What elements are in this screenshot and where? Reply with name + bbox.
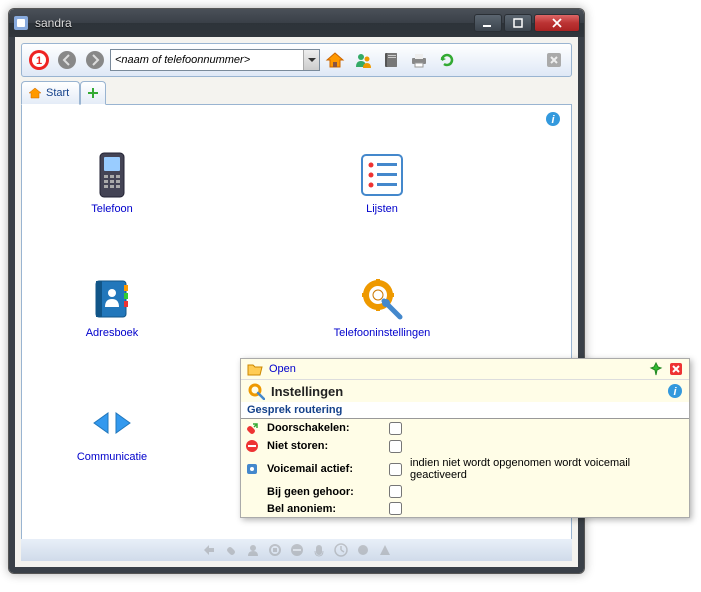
communication-icon [52, 399, 172, 447]
forward-button[interactable] [82, 47, 108, 73]
plus-icon [87, 87, 99, 99]
status-icon [246, 543, 260, 557]
voicemail-hint: indien niet wordt opgenomen wordt voicem… [406, 455, 689, 483]
maximize-button[interactable] [504, 14, 532, 32]
minimize-button[interactable] [474, 14, 502, 32]
launcher-communicatie[interactable]: Communicatie [52, 399, 172, 463]
settings-popup: Open Instellingen i Gesprek routering Do… [240, 358, 690, 518]
list-icon [322, 151, 442, 199]
popup-section-header: Gesprek routering [241, 402, 689, 419]
search-input[interactable]: <naam of telefoonnummer> [110, 49, 320, 71]
book-icon[interactable] [378, 47, 404, 73]
info-icon[interactable]: i [667, 383, 683, 399]
gear-wrench-icon [322, 275, 442, 323]
checkbox-doorschakelen[interactable] [389, 422, 402, 435]
svg-text:1: 1 [36, 55, 42, 67]
search-placeholder: <naam of telefoonnummer> [115, 54, 303, 66]
launcher-label: Lijsten [366, 203, 398, 215]
popup-close-icon[interactable] [669, 362, 683, 376]
voicemail-icon [245, 462, 259, 476]
tab-bar: Start [21, 81, 572, 105]
back-button[interactable] [54, 47, 80, 73]
dropdown-arrow-icon[interactable] [303, 50, 319, 70]
pin-icon[interactable] [649, 362, 663, 376]
logo-icon[interactable]: 1 [26, 47, 52, 73]
status-icon [312, 543, 326, 557]
status-icon [202, 543, 216, 557]
checkbox-voicemail[interactable] [389, 463, 402, 476]
info-icon[interactable]: i [545, 111, 561, 127]
phone-icon [52, 151, 172, 199]
print-icon[interactable] [406, 47, 432, 73]
folder-open-icon [247, 361, 263, 377]
close-button[interactable] [534, 14, 580, 32]
popup-title-text: Instellingen [271, 384, 343, 399]
tab-add[interactable] [80, 81, 106, 105]
title-bar: sandra [9, 9, 584, 37]
tab-start[interactable]: Start [21, 81, 80, 105]
checkbox-niet-storen[interactable] [389, 440, 402, 453]
status-bar [21, 539, 572, 561]
status-icon [268, 543, 282, 557]
forward-call-icon [245, 421, 259, 435]
status-icon [356, 543, 370, 557]
checkbox-geen-gehoor[interactable] [389, 485, 402, 498]
main-toolbar: 1 <naam of telefoonnummer> [21, 43, 572, 77]
open-link[interactable]: Open [269, 363, 296, 375]
status-icon [290, 543, 304, 557]
status-icon [334, 543, 348, 557]
row-doorschakelen: Doorschakelen: [241, 419, 689, 437]
label-geen-gehoor: Bij geen gehoor: [267, 486, 354, 498]
launcher-label: Communicatie [77, 451, 147, 463]
status-icon [378, 543, 392, 557]
launcher-adresboek[interactable]: Adresboek [52, 275, 172, 339]
launcher-telefooninstellingen[interactable]: Telefooninstellingen [322, 275, 442, 339]
home-icon[interactable] [322, 47, 348, 73]
status-icon [224, 543, 238, 557]
addressbook-icon [52, 275, 172, 323]
launcher-label: Telefooninstellingen [334, 327, 431, 339]
launcher-label: Adresboek [86, 327, 139, 339]
launcher-label: Telefoon [91, 203, 133, 215]
user-icon[interactable] [350, 47, 376, 73]
row-voicemail: Voicemail actief: indien niet wordt opge… [241, 455, 689, 483]
label-doorschakelen: Doorschakelen: [267, 422, 350, 434]
row-niet-storen: Niet storen: [241, 437, 689, 455]
label-voicemail: Voicemail actief: [267, 463, 353, 475]
refresh-icon[interactable] [434, 47, 460, 73]
window-title: sandra [35, 16, 474, 30]
app-icon [13, 15, 29, 31]
label-bel-anoniem: Bel anoniem: [267, 503, 336, 515]
checkbox-bel-anoniem[interactable] [389, 502, 402, 515]
launcher-lijsten[interactable]: Lijsten [322, 151, 442, 215]
row-geen-gehoor: Bij geen gehoor: [241, 483, 689, 500]
do-not-disturb-icon [245, 439, 259, 453]
launcher-telefoon[interactable]: Telefoon [52, 151, 172, 215]
label-niet-storen: Niet storen: [267, 440, 328, 452]
home-icon [28, 86, 42, 100]
row-bel-anoniem: Bel anoniem: [241, 500, 689, 517]
gear-wrench-icon [247, 382, 265, 400]
settings-table: Doorschakelen: Niet storen: Voicemail ac… [241, 419, 689, 517]
tab-label: Start [46, 87, 69, 99]
stop-icon[interactable] [541, 47, 567, 73]
